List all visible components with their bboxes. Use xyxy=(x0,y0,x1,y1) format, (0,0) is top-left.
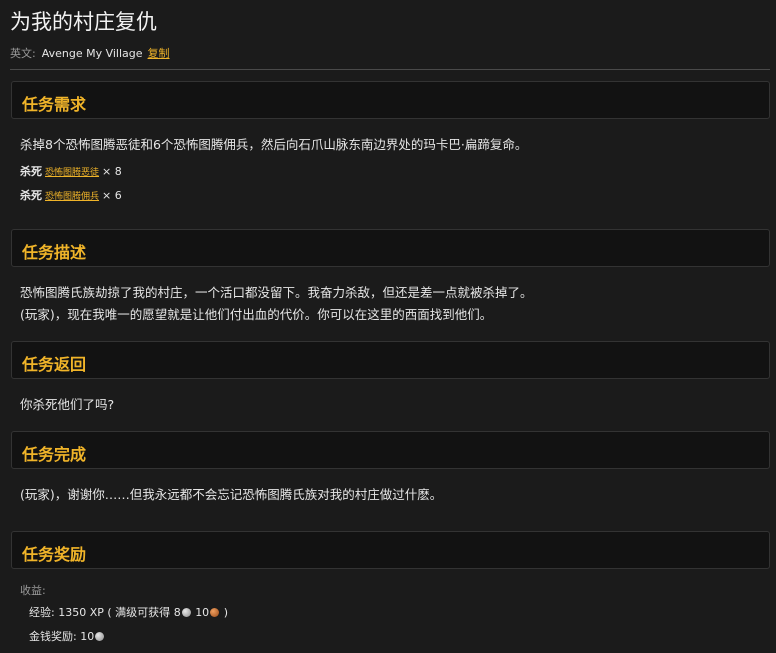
xp-max-suffix: ) xyxy=(223,606,228,619)
section-title-progress: 任务返回 xyxy=(22,355,87,374)
requirements-text: 杀掉8个恐怖图腾恶徒和6个恐怖图腾佣兵，然后向石爪山脉东南边界处的玛卡巴·扁蹄复… xyxy=(20,137,528,152)
completion-text: (玩家)，谢谢你……但我永远都不会忘记恐怖图腾氏族对我的村庄做过什麽。 xyxy=(20,487,443,502)
section-header-progress: 任务返回 xyxy=(11,341,770,379)
copper-coin-icon xyxy=(210,608,220,617)
xp-max-prefix: ( 满级可获得 xyxy=(107,606,171,619)
section-header-completion: 任务完成 xyxy=(11,431,770,469)
section-header-requirements: 任务需求 xyxy=(11,81,770,119)
objective-verb: 杀死 xyxy=(20,165,42,178)
progress-text: 你杀死他们了吗? xyxy=(20,397,115,412)
section-title-completion: 任务完成 xyxy=(22,445,87,464)
xp-label: 经验: xyxy=(29,606,55,619)
quest-title: 为我的村庄复仇 xyxy=(10,10,157,34)
section-title-requirements: 任务需求 xyxy=(22,95,87,114)
xp-max-silver: 8 xyxy=(173,606,181,619)
silver-coin-icon xyxy=(181,608,191,617)
english-name: Avenge My Village xyxy=(41,47,143,60)
xp-max-copper: 10 xyxy=(195,606,210,619)
objective-count: × 6 xyxy=(102,189,122,202)
english-name-row: 英文: Avenge My Village 复制 xyxy=(10,45,170,61)
description-line-2: (玩家)，现在我唯一的愿望就是让他们付出血的代价。你可以在这里的西面找到他们。 xyxy=(20,307,493,322)
money-reward-row: 金钱奖励: 10 xyxy=(29,628,105,644)
section-header-description: 任务描述 xyxy=(11,229,770,267)
xp-value: 1350 XP xyxy=(58,606,104,619)
gain-label: 收益: xyxy=(20,584,46,597)
title-divider xyxy=(10,69,770,70)
objective-verb: 杀死 xyxy=(20,189,42,202)
objective-item: 杀死 恐怖图腾佣兵 × 6 xyxy=(20,187,122,203)
section-header-rewards: 任务奖励 xyxy=(11,531,770,569)
section-title-rewards: 任务奖励 xyxy=(22,545,87,564)
copy-link[interactable]: 复制 xyxy=(148,47,170,60)
description-line-1: 恐怖图腾氏族劫掠了我的村庄，一个活口都没留下。我奋力杀敌，但还是差一点就被杀掉了… xyxy=(20,285,533,300)
objective-target-link[interactable]: 恐怖图腾恶徒 xyxy=(45,168,99,178)
objective-count: × 8 xyxy=(102,165,122,178)
section-title-description: 任务描述 xyxy=(22,243,87,262)
money-silver: 10 xyxy=(80,630,95,643)
objective-item: 杀死 恐怖图腾恶徒 × 8 xyxy=(20,163,122,179)
silver-coin-icon xyxy=(95,632,105,641)
objective-target-link[interactable]: 恐怖图腾佣兵 xyxy=(45,192,99,202)
xp-reward-row: 经验: 1350 XP ( 满级可获得 8 10 ) xyxy=(29,604,228,620)
english-label: 英文: xyxy=(10,47,36,60)
money-label: 金钱奖励: xyxy=(29,630,77,643)
